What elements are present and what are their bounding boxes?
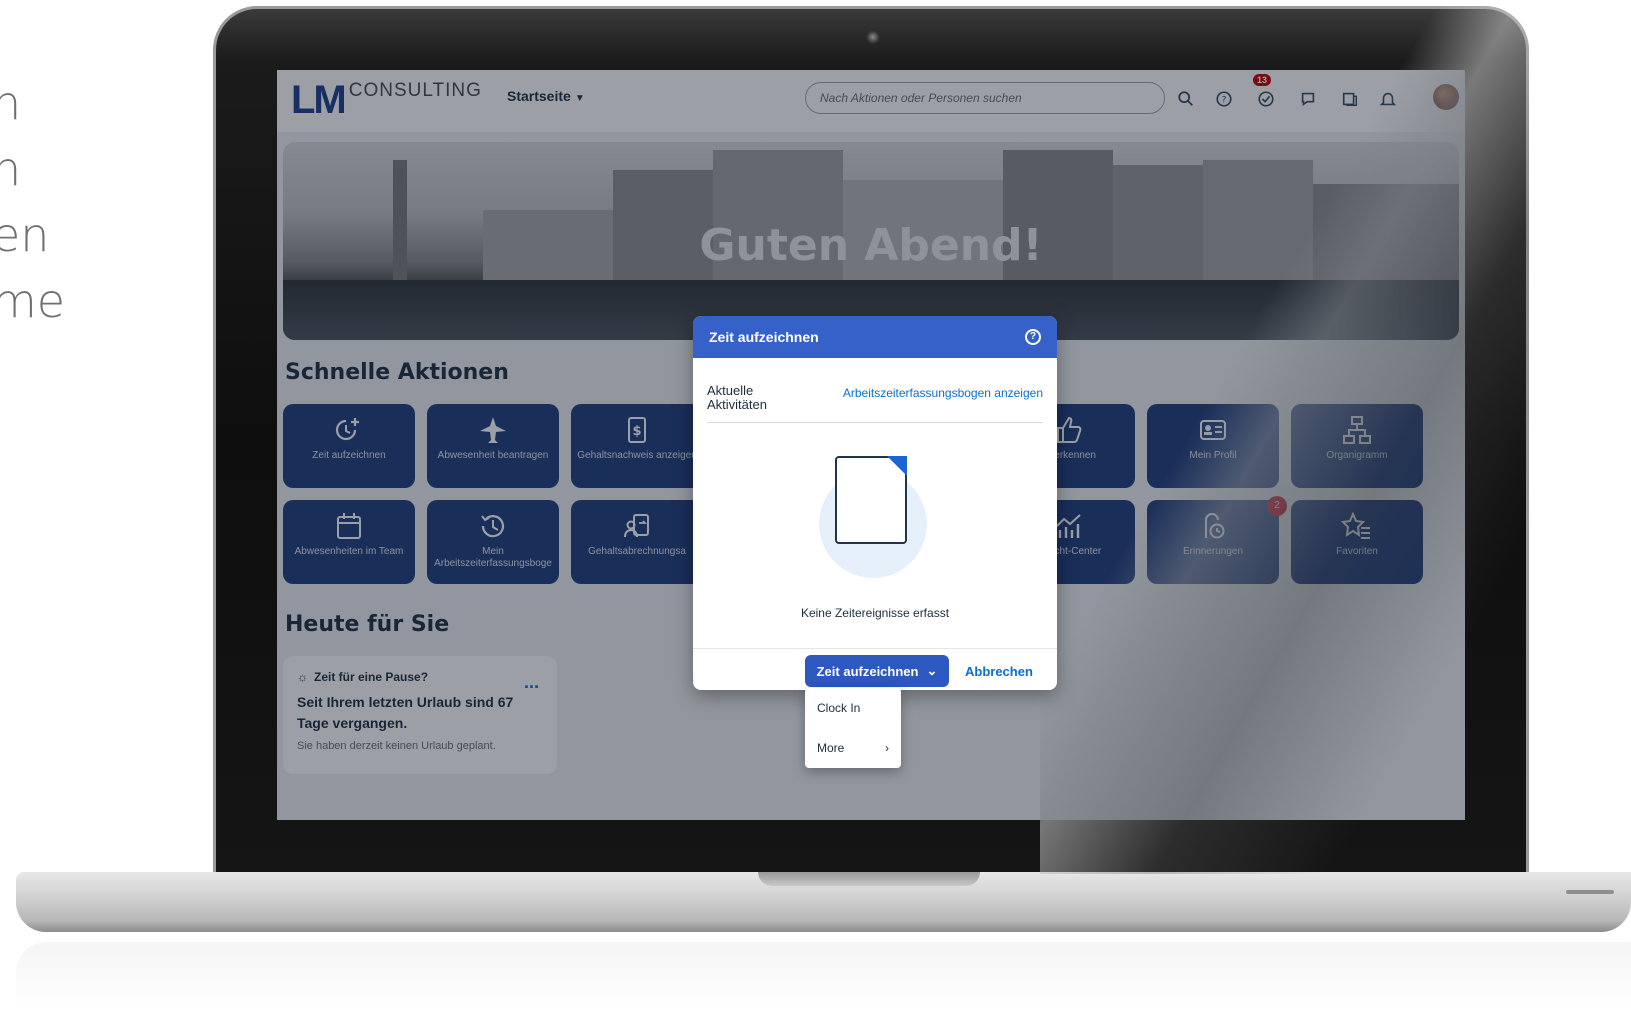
side-caption-line: n (0, 76, 22, 130)
activities-row: Aktuelle Aktivitäten Arbeitszeiterfassun… (707, 384, 1043, 423)
activities-label: Aktuelle Aktivitäten (707, 383, 767, 412)
record-time-button[interactable]: Zeit aufzeichnen ⌄ (805, 655, 949, 687)
timesheet-link[interactable]: Arbeitszeiterfassungsbogen anzeigen (843, 386, 1043, 412)
menu-item-label: More (817, 741, 845, 755)
side-caption: n n en me (0, 70, 65, 334)
empty-document-illustration (815, 446, 927, 578)
chevron-right-icon: › (885, 741, 889, 755)
empty-state-text: Keine Zeitereignisse erfasst (800, 606, 950, 620)
record-time-button-label: Zeit aufzeichnen (816, 663, 919, 679)
menu-item-more[interactable]: More › (805, 728, 901, 768)
dialog-header: Zeit aufzeichnen ? (693, 316, 1057, 358)
record-time-dialog: Zeit aufzeichnen ? Aktuelle Aktivitäten … (693, 316, 1057, 690)
webcam (866, 30, 880, 44)
menu-item-label: Clock In (817, 701, 861, 715)
help-icon[interactable]: ? (1025, 329, 1041, 345)
menu-item-clock-in[interactable]: Clock In (805, 688, 901, 728)
laptop-reflection (16, 942, 1631, 1013)
laptop-hinge-notch (758, 872, 980, 886)
cancel-button[interactable]: Abbrechen (965, 655, 1033, 687)
side-caption-line: en (0, 208, 50, 262)
record-time-menu: Clock In More › (805, 688, 901, 768)
dialog-title: Zeit aufzeichnen (709, 329, 819, 345)
side-caption-line: n (0, 142, 22, 196)
chevron-down-icon: ⌄ (926, 663, 938, 678)
laptop-side-slot (1566, 890, 1614, 894)
dialog-footer: Zeit aufzeichnen ⌄ Abbrechen (693, 648, 1057, 690)
side-caption-line: me (0, 274, 66, 328)
